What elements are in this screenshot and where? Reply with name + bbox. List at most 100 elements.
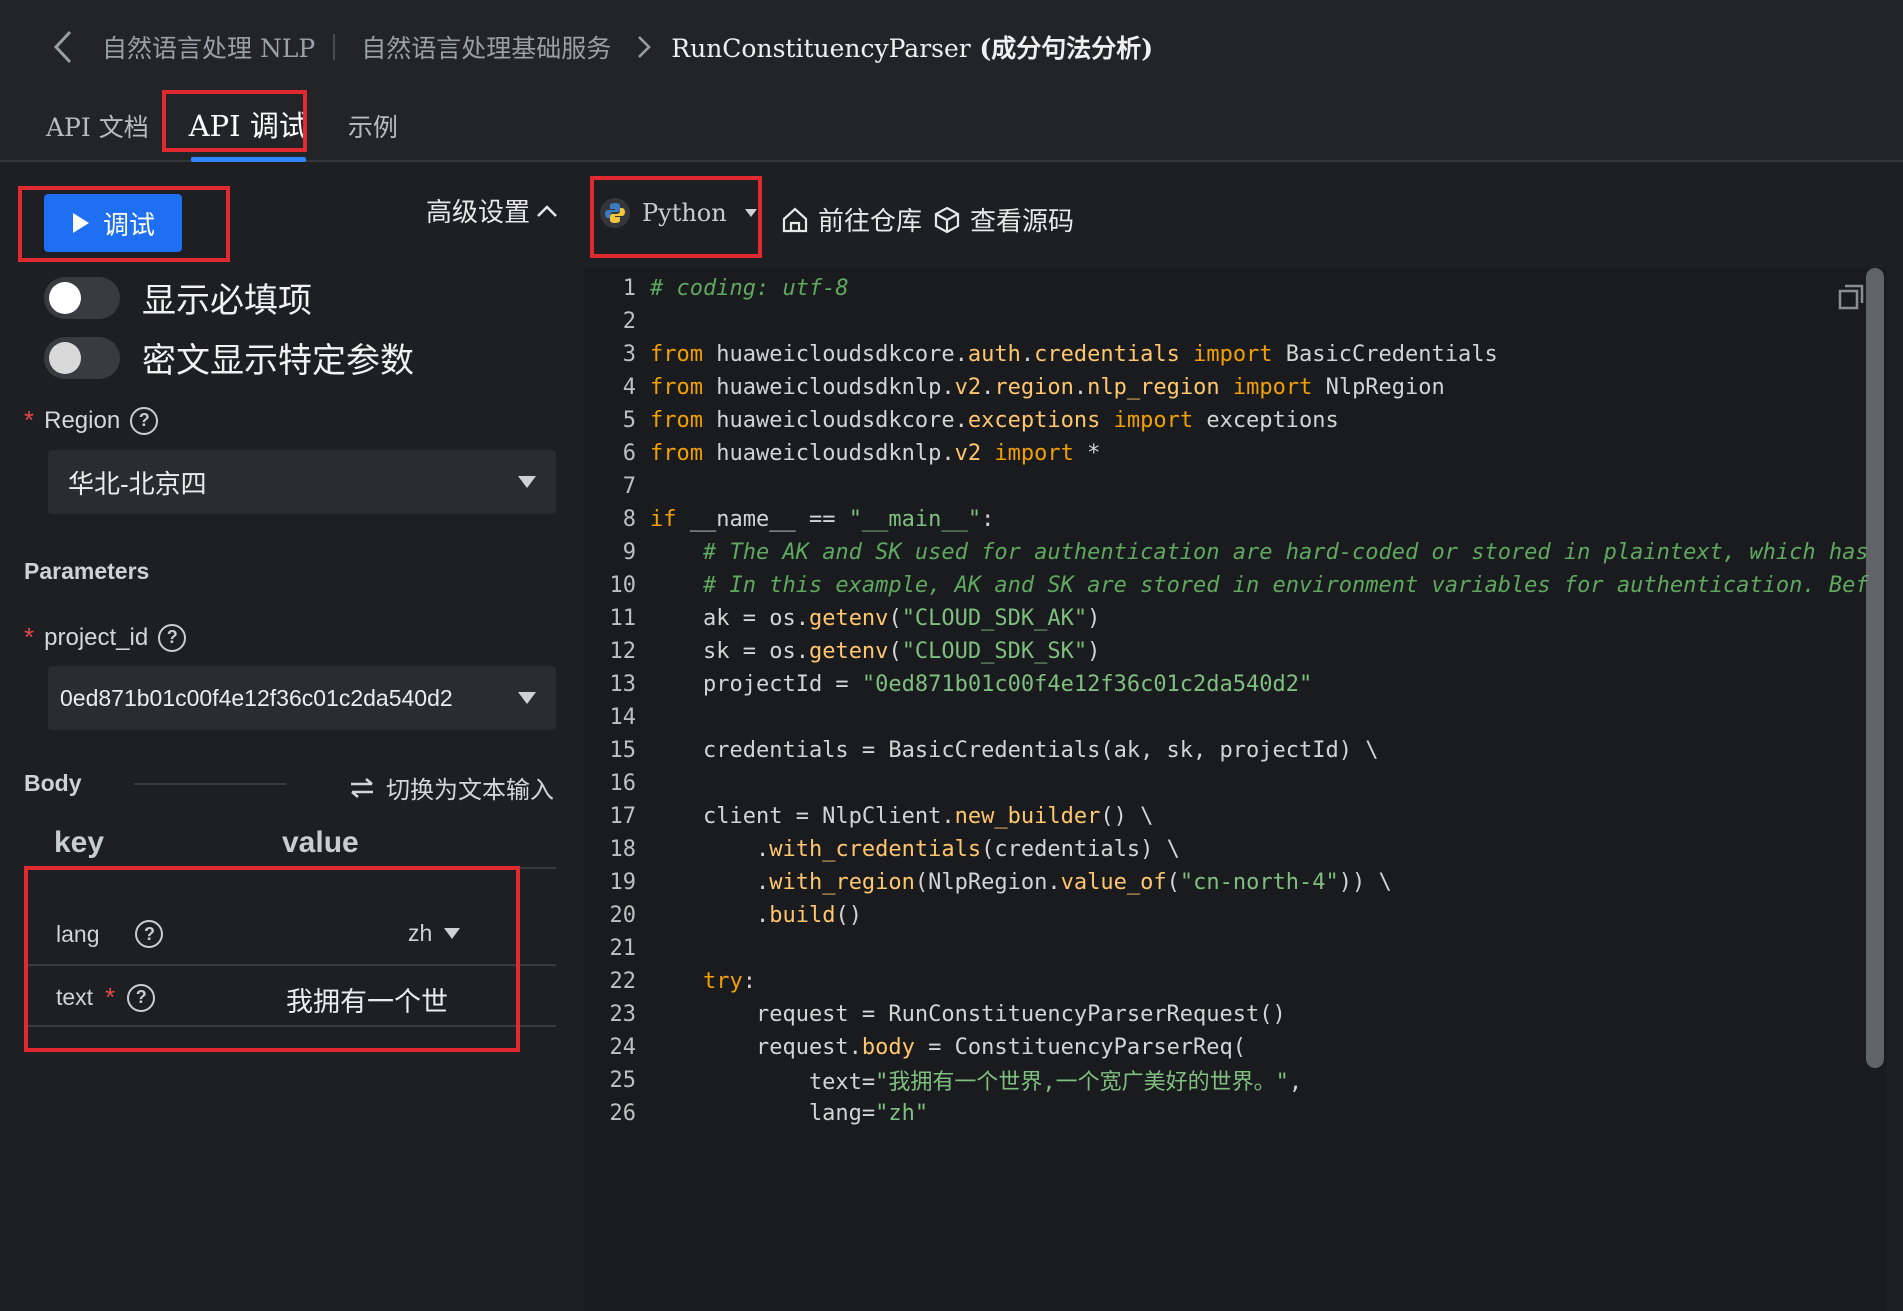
breadcrumb: 自然语言处理 NLP 自然语言处理基础服务 RunConstituencyPar…	[52, 26, 1153, 68]
breadcrumb-item-basic-service[interactable]: 自然语言处理基础服务	[361, 29, 611, 65]
line-number: 8	[622, 506, 636, 532]
chevron-up-icon	[537, 204, 557, 217]
line-number: 2	[622, 308, 636, 334]
parameters-title: Parameters	[24, 558, 150, 584]
kv-row-lang-value[interactable]: zh	[408, 920, 461, 947]
editor-scrollbar[interactable]	[1866, 268, 1884, 1068]
line-code: credentials = BasicCredentials(ak, sk, p…	[650, 737, 1379, 763]
chevron-right-icon	[637, 35, 652, 59]
line-number: 3	[622, 341, 636, 367]
debug-button[interactable]: 调试	[44, 194, 182, 252]
kv-key-header: key	[54, 826, 105, 859]
region-value: 华北-北京四	[68, 468, 207, 499]
code-line: 26 lang="zh"	[584, 1093, 1874, 1133]
language-select[interactable]: Python	[600, 198, 757, 228]
line-code: projectId = "0ed871b01c00f4e12f36c01c2da…	[650, 671, 1313, 697]
region-select[interactable]: 华北-北京四	[48, 450, 556, 514]
code-editor[interactable]: 1 # coding: utf-8 2 3 from huaweicloudsdkcor…	[584, 268, 1887, 1311]
line-code: # The AK and SK used for authentication …	[702, 539, 1869, 565]
text-value-input[interactable]: 我拥有一个世	[286, 980, 448, 1019]
line-number: 19	[609, 869, 637, 895]
kv-value-header: value	[282, 826, 359, 859]
line-number: 20	[609, 902, 637, 928]
go-to-repo-link[interactable]: 前往仓库	[780, 201, 922, 238]
breadcrumb-item-nlp[interactable]: 自然语言处理 NLP	[102, 29, 315, 65]
play-icon	[72, 213, 89, 233]
switch-to-text-input[interactable]: 切换为文本输入	[348, 770, 554, 805]
help-icon[interactable]: ?	[158, 623, 187, 652]
body-title: Body	[24, 770, 82, 796]
help-icon[interactable]: ?	[135, 920, 164, 948]
line-code: .build()	[650, 902, 862, 928]
line-number: 10	[609, 572, 637, 598]
tab-api-debug[interactable]: API 调试	[189, 100, 308, 162]
line-code: .with_region(NlpRegion.value_of("cn-nort…	[650, 869, 1392, 895]
go-to-repo-label: 前往仓库	[818, 207, 923, 237]
advanced-settings-label: 高级设置	[426, 198, 531, 228]
required-asterisk: *	[24, 622, 35, 652]
line-number: 18	[609, 836, 637, 862]
breadcrumb-current: RunConstituencyParser (成分句法分析)	[671, 29, 1153, 65]
dropdown-arrow-icon	[444, 928, 461, 939]
tab-examples[interactable]: 示例	[348, 100, 398, 162]
toggle-required-label: 显示必填项	[142, 281, 312, 321]
breadcrumb-separator	[333, 34, 336, 60]
switch-to-text-label: 切换为文本输入	[386, 777, 554, 804]
package-icon	[934, 206, 960, 233]
line-code: from huaweicloudsdkcore.auth.credentials…	[650, 341, 1498, 367]
view-source-label: 查看源码	[970, 207, 1075, 237]
line-number: 13	[609, 671, 637, 697]
tab-bar: API 文档 API 调试 示例	[46, 100, 398, 162]
project-label-row: * project_id ?	[24, 622, 187, 653]
help-icon[interactable]: ?	[130, 406, 159, 435]
view-source-link[interactable]: 查看源码	[932, 201, 1074, 238]
line-number: 23	[609, 1001, 637, 1027]
line-number: 25	[609, 1067, 637, 1093]
python-logo-icon	[600, 198, 630, 228]
advanced-settings-toggle[interactable]: 高级设置	[426, 192, 558, 229]
breadcrumb-current-cn: (成分句法分析)	[970, 34, 1154, 63]
line-code: from huaweicloudsdknlp.v2 import *	[650, 440, 1101, 466]
help-icon[interactable]: ?	[127, 983, 156, 1012]
dropdown-arrow-icon	[744, 209, 757, 217]
copy-icon[interactable]	[1838, 284, 1864, 310]
line-code: text="我拥有一个世界,一个宽广美好的世界。",	[650, 1070, 1303, 1095]
kv-row-lang-key: lang ?	[56, 920, 164, 948]
toggle-required-switch[interactable]	[44, 276, 120, 319]
line-number: 14	[609, 704, 637, 730]
back-chevron-icon[interactable]	[52, 27, 82, 67]
line-number: 12	[609, 638, 637, 664]
lang-key-label: lang	[56, 920, 100, 947]
line-number: 17	[609, 803, 637, 829]
line-code: if __name__ == "__main__":	[650, 506, 995, 532]
toggle-cipher-switch[interactable]	[44, 336, 120, 379]
line-number: 15	[609, 737, 637, 763]
region-label-row: * Region ?	[24, 405, 159, 436]
text-value: 我拥有一个世	[286, 987, 448, 1017]
line-code: from huaweicloudsdkcore.exceptions impor…	[650, 407, 1339, 433]
line-code: # In this example, AK and SK are stored …	[702, 572, 1869, 598]
line-number: 16	[609, 770, 637, 796]
lang-value: zh	[408, 920, 433, 946]
line-number: 9	[622, 539, 636, 565]
project-id-select[interactable]: 0ed871b01c00f4e12f36c01c2da540d2	[48, 666, 556, 730]
line-number: 4	[622, 374, 636, 400]
line-number: 6	[622, 440, 636, 466]
line-number: 26	[609, 1100, 637, 1126]
body-divider	[134, 783, 286, 785]
toggle-required-row: 显示必填项	[44, 273, 312, 322]
line-code: # coding: utf-8	[650, 275, 849, 301]
required-asterisk: *	[105, 982, 116, 1012]
toggle-cipher-label: 密文显示特定参数	[142, 341, 414, 381]
project-id-label: project_id	[44, 623, 149, 651]
line-number: 22	[609, 968, 637, 994]
line-code: try:	[702, 968, 756, 994]
tab-api-docs[interactable]: API 文档	[46, 100, 149, 162]
swap-arrows-icon	[351, 777, 373, 798]
kv-row-divider	[28, 964, 556, 966]
toggle-cipher-row: 密文显示特定参数	[44, 333, 414, 382]
line-code: client = NlpClient.new_builder() \	[650, 803, 1154, 829]
line-code: request.body = ConstituencyParserReq(	[650, 1034, 1247, 1060]
top-bar: 自然语言处理 NLP 自然语言处理基础服务 RunConstituencyPar…	[0, 0, 1903, 162]
language-value: Python	[642, 199, 727, 227]
